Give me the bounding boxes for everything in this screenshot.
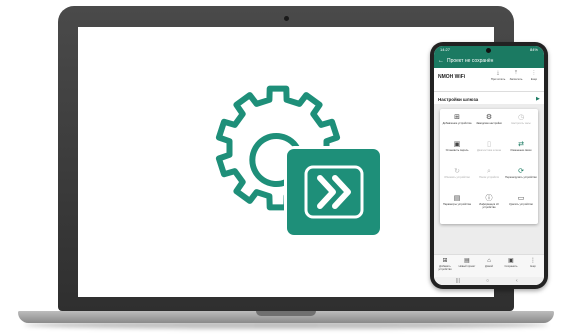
lock-icon: ▣ [453, 141, 461, 148]
write-button[interactable]: ⤒ Записать [508, 70, 524, 81]
more-vert-icon: ⋮ [531, 70, 537, 76]
menu-item-diagnostics[interactable]: ▯ Диагностика шлюза [473, 140, 505, 152]
home-icon: ⌂ [487, 258, 491, 264]
status-battery: 84% [529, 47, 538, 52]
device-name: NMOH WiFi [438, 74, 466, 80]
new-project-icon: ▤ [464, 258, 470, 264]
device-settings-icon: ▤ [453, 195, 461, 202]
laptop-notch [256, 311, 316, 316]
upload-icon: ⤒ [514, 70, 518, 76]
settings-icon: ⚙ [485, 114, 493, 121]
menu-item-update-device[interactable]: ↻ Обновить устройство [441, 167, 473, 179]
add-device-icon: ⊞ [454, 114, 460, 121]
status-time: 14:27 [440, 47, 451, 52]
swap-icon: ⇄ [518, 141, 524, 148]
menu-item-set-password[interactable]: ▣ Установить пароль [441, 140, 473, 152]
actions-menu: ⊞ Добавление устройства ⚙ Заводские наст… [440, 109, 538, 224]
restart-icon: ⟳ [518, 168, 524, 175]
search-icon: ⌕ [487, 168, 491, 175]
info-icon: ⓘ [485, 195, 493, 202]
add-device-button[interactable]: ⊞ Добавить устройство [435, 257, 455, 271]
system-nav-bar: ||| ○ ‹ [434, 277, 544, 285]
double-chevron-icon [304, 165, 364, 219]
save-icon: ▣ [508, 258, 514, 264]
arrow-left-icon[interactable]: ← [438, 54, 444, 68]
recents-icon[interactable]: ||| [456, 277, 460, 285]
bottom-bar: ⊞ Добавить устройство ▤ Новый проект ⌂ Д… [434, 254, 544, 277]
front-camera [486, 48, 491, 53]
read-button[interactable]: ⤓ Прочитать [490, 70, 506, 81]
more-bottom-button[interactable]: ⋮ Ещё [523, 257, 543, 268]
menu-item-factory-reset[interactable]: ⚙ Заводские настройки [473, 113, 505, 125]
fast-forward-tile [287, 149, 380, 235]
menu-item-search-devices[interactable]: ⌕ Поиск устройств [473, 167, 505, 179]
download-icon: ⤓ [496, 70, 500, 76]
more-vert-icon: ⋮ [530, 258, 536, 264]
laptop-camera [284, 16, 289, 21]
menu-item-set-clock[interactable]: ◷ Настроить часы [505, 113, 537, 125]
menu-item-delete-device[interactable]: ▭ Удалить устройство [505, 194, 537, 206]
toolbar: ⤓ Прочитать ⤒ Записать ⋮ Ещё [490, 70, 542, 88]
home-nav-icon[interactable]: ○ [486, 277, 489, 285]
divider [434, 91, 544, 92]
chevron-right-icon[interactable]: ▶ [536, 96, 540, 102]
add-device-icon: ⊞ [442, 258, 448, 264]
refresh-icon: ↻ [454, 168, 460, 175]
menu-item-restart-device[interactable]: ⟳ Перезагрузить устройство [505, 167, 537, 179]
phone-screen: 14:27 84% ← Проект не сохранён NMOH WiFi… [434, 46, 544, 285]
more-button[interactable]: ⋮ Ещё [526, 70, 542, 81]
section-title: Настройки шлюза [438, 97, 479, 102]
home-button[interactable]: ⌂ Домой [479, 257, 499, 268]
save-button[interactable]: ▣ Сохранить [501, 257, 521, 268]
app-bar: ← Проект не сохранён [434, 54, 544, 68]
menu-item-device-info[interactable]: ⓘ Информация об устройстве [473, 194, 505, 209]
new-project-button[interactable]: ▤ Новый проект [457, 257, 477, 268]
menu-item-change-link[interactable]: ⇄ Изменение связи [505, 140, 537, 152]
file-icon: ▯ [487, 141, 491, 148]
menu-item-add-device[interactable]: ⊞ Добавление устройства [441, 113, 473, 125]
delete-icon: ▭ [517, 195, 525, 202]
back-nav-icon[interactable]: ‹ [516, 277, 518, 285]
menu-item-device-params[interactable]: ▤ Параметры устройства [441, 194, 473, 206]
clock-icon: ◷ [517, 114, 525, 121]
app-title: Проект не сохранён [447, 58, 494, 64]
